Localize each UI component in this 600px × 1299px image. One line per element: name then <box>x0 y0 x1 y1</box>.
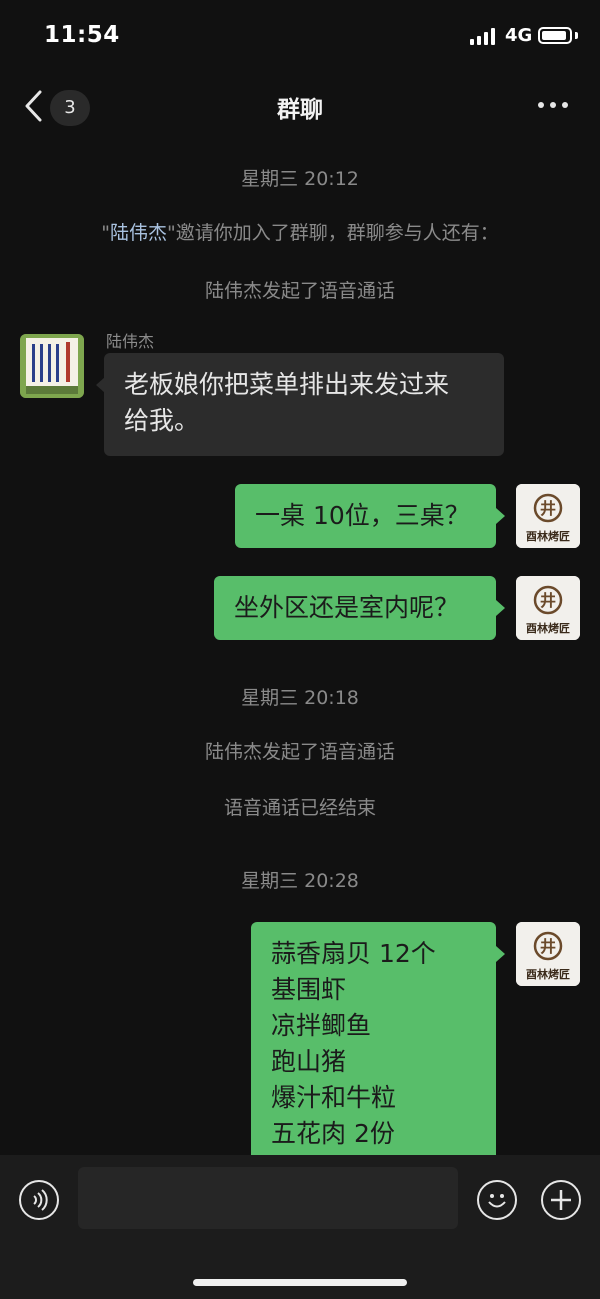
timestamp: 星期三 20:18 <box>241 687 359 709</box>
plus-button[interactable] <box>541 1180 581 1220</box>
message-text: 给我。 <box>124 406 200 435</box>
menu-line: 爆汁和牛粒 <box>271 1083 397 1112</box>
menu-line: 凉拌鲫鱼 <box>271 1011 372 1040</box>
signal-icon <box>470 28 495 45</box>
nav-bar: 3 群聊 <box>0 72 600 140</box>
brand-mark: 井 <box>540 591 556 610</box>
inviter-name-link[interactable]: 陆伟杰 <box>110 222 167 244</box>
brand-name: 酉林烤匠 <box>526 967 570 981</box>
brand-name: 酉林烤匠 <box>526 621 570 635</box>
message-bubble[interactable]: 坐外区还是室内呢？ <box>214 576 496 640</box>
menu-message-bubble[interactable]: 蒜香扇贝 12个 基围虾 凉拌鲫鱼 跑山猪 爆汁和牛粒 五花肉 2份 <box>251 922 496 1172</box>
brand-logo-icon: 井 酉林烤匠 <box>516 576 580 640</box>
network-label: 4G <box>505 25 533 46</box>
avatar[interactable] <box>20 334 84 398</box>
battery-icon <box>538 27 572 44</box>
voice-icon <box>33 1189 48 1211</box>
bubble-tail <box>496 946 505 962</box>
avatar[interactable]: 井 酉林烤匠 <box>516 922 580 986</box>
voice-call-ended-notice: 语音通话已经结束 <box>223 797 376 819</box>
brand-mark: 井 <box>540 937 556 956</box>
timestamp: 星期三 20:28 <box>241 870 359 892</box>
menu-line: 基围虾 <box>271 975 347 1004</box>
menu-line: 五花肉 2份 <box>271 1119 395 1148</box>
voice-button[interactable] <box>19 1180 59 1220</box>
avatar[interactable]: 井 酉林烤匠 <box>516 576 580 640</box>
message-text: 老板娘你把菜单排出来发过来 <box>124 370 450 399</box>
timestamp: 星期三 20:12 <box>241 168 359 190</box>
input-bar <box>0 1155 600 1299</box>
brand-mark: 井 <box>540 499 556 518</box>
message-text: 坐外区还是室内呢？ <box>234 593 460 622</box>
group-member-avatar-image <box>20 334 84 398</box>
invite-text: "邀请你加入了群聊，群聊参与人还有： <box>167 222 499 244</box>
bubble-tail <box>496 508 505 524</box>
voice-call-notice: 陆伟杰发起了语音通话 <box>204 280 395 302</box>
message-input[interactable] <box>78 1167 458 1229</box>
page-title: 群聊 <box>277 97 323 123</box>
home-indicator[interactable] <box>193 1279 407 1286</box>
quote-mark: " <box>101 222 110 244</box>
bubble-tail <box>496 600 505 616</box>
voice-call-notice: 陆伟杰发起了语音通话 <box>204 741 395 763</box>
brand-name: 酉林烤匠 <box>526 529 570 543</box>
status-bar: 11:54 4G <box>0 0 600 72</box>
menu-line: 蒜香扇贝 12个 <box>271 939 436 968</box>
status-time: 11:54 <box>44 22 120 48</box>
more-dots-icon[interactable] <box>538 102 572 112</box>
emoji-button[interactable] <box>477 1180 517 1220</box>
brand-logo-icon: 井 酉林烤匠 <box>516 484 580 548</box>
emoji-icon <box>488 1194 506 1208</box>
menu-line: 跑山猪 <box>271 1047 347 1076</box>
battery-tip <box>575 32 578 39</box>
message-text: 一桌 10位，三桌？ <box>255 501 470 530</box>
plus-icon <box>551 1190 571 1210</box>
message-bubble[interactable]: 一桌 10位，三桌？ <box>235 484 496 548</box>
brand-logo-icon: 井 酉林烤匠 <box>516 922 580 986</box>
avatar[interactable]: 井 酉林烤匠 <box>516 484 580 548</box>
sender-name: 陆伟杰 <box>106 332 155 351</box>
message-bubble[interactable]: 老板娘你把菜单排出来发过来 给我。 <box>104 353 504 456</box>
invite-notice: "陆伟杰"邀请你加入了群聊，群聊参与人还有： <box>0 218 600 245</box>
